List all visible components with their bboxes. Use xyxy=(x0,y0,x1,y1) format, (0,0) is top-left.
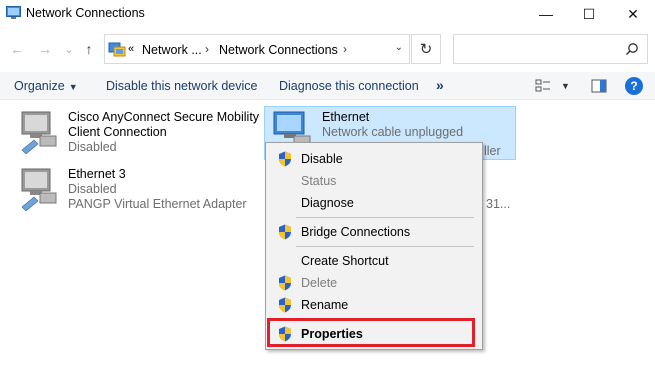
address-dropdown-icon[interactable]: ⌄ xyxy=(395,42,403,53)
breadcrumb-separator[interactable]: › xyxy=(205,42,209,56)
close-button[interactable]: ✕ xyxy=(610,0,655,28)
address-bar[interactable]: « Network ... › Network Connections › ⌄ xyxy=(104,34,410,64)
search-icon xyxy=(626,43,638,55)
breadcrumb-network-connections[interactable]: Network Connections xyxy=(219,43,338,57)
view-options-dropdown[interactable]: ▼ xyxy=(561,81,570,91)
menu-item-bridge-connections[interactable]: Bridge Connections xyxy=(266,221,482,243)
connection-status: Disabled xyxy=(68,140,117,154)
forward-button[interactable]: → xyxy=(36,40,54,58)
help-icon[interactable]: ? xyxy=(625,77,643,95)
uac-shield-icon xyxy=(279,151,291,167)
refresh-button[interactable]: ↻ xyxy=(411,34,441,64)
menu-separator xyxy=(296,246,474,247)
maximize-button[interactable]: ☐ xyxy=(566,0,612,28)
connection-name: Ethernet xyxy=(322,110,370,124)
uac-shield-icon xyxy=(279,297,291,313)
connection-status: Network cable unplugged xyxy=(322,125,464,139)
command-bar: Organize ▼ Disable this network device Di… xyxy=(0,72,655,100)
menu-item-create-shortcut[interactable]: Create Shortcut xyxy=(266,250,482,272)
uac-shield-icon xyxy=(279,275,291,291)
menu-item-disable[interactable]: Disable xyxy=(266,148,482,170)
uac-shield-icon xyxy=(279,224,291,240)
connection-adapter: PANGP Virtual Ethernet Adapter xyxy=(68,197,247,211)
change-view-icon[interactable] xyxy=(535,78,551,94)
menu-item-delete[interactable]: Delete xyxy=(266,272,482,294)
connection-name-line1: Cisco AnyConnect Secure Mobility xyxy=(68,110,260,124)
disable-device-button[interactable]: Disable this network device xyxy=(106,79,257,93)
network-adapter-icon xyxy=(21,111,57,154)
title-bar: Network Connections — ☐ ✕ xyxy=(0,0,655,28)
menu-separator xyxy=(296,217,474,218)
connection-name-line2: Client Connection xyxy=(68,125,167,139)
up-button[interactable]: ↑ xyxy=(80,40,98,58)
menu-item-diagnose[interactable]: Diagnose xyxy=(266,192,482,214)
breadcrumb-overflow[interactable]: « xyxy=(128,43,134,55)
breadcrumb-network[interactable]: Network ... xyxy=(142,43,202,57)
back-button[interactable]: ← xyxy=(8,40,26,58)
control-panel-folder-icon xyxy=(108,42,126,57)
navigation-bar: ← → ⌄ ↑ « Network ... › Network Connecti… xyxy=(0,32,655,66)
connection-adapter-partial: ller xyxy=(484,144,501,158)
minimize-button[interactable]: — xyxy=(523,0,569,28)
breadcrumb-separator[interactable]: › xyxy=(343,42,347,56)
connection-item-cisco[interactable]: Cisco AnyConnect Secure Mobility Client … xyxy=(16,110,261,158)
properties-highlight-annotation xyxy=(267,318,475,347)
window-title: Network Connections xyxy=(26,6,145,20)
preview-pane-icon[interactable] xyxy=(591,78,607,94)
connection-name: Ethernet 3 xyxy=(68,167,126,181)
connection-status: Disabled xyxy=(68,182,117,196)
search-input[interactable] xyxy=(453,34,648,64)
connection-adapter-partial: 31... xyxy=(486,197,511,211)
menu-item-status[interactable]: Status xyxy=(266,170,482,192)
network-connections-app-icon xyxy=(6,6,21,19)
menu-item-rename[interactable]: Rename xyxy=(266,294,482,316)
more-commands-button[interactable]: » xyxy=(436,77,444,93)
connection-item-ethernet-3[interactable]: Ethernet 3 Disabled PANGP Virtual Ethern… xyxy=(16,167,261,215)
organize-button[interactable]: Organize ▼ xyxy=(14,79,78,93)
network-adapter-icon xyxy=(21,168,57,211)
diagnose-connection-button[interactable]: Diagnose this connection xyxy=(279,79,419,93)
recent-locations-dropdown[interactable]: ⌄ xyxy=(60,40,78,58)
